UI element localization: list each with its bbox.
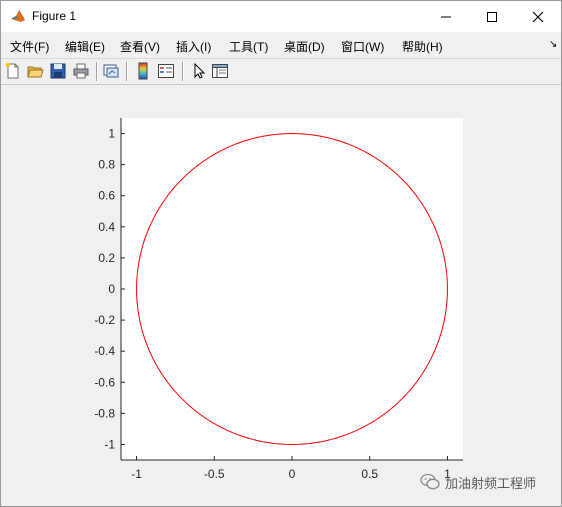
y-tick-label: 0.8 <box>98 158 115 172</box>
colorbar-icon[interactable] <box>134 62 152 80</box>
close-icon <box>532 11 544 22</box>
menu-bar: 文件(F) 编辑(E) 查看(V) 插入(I) 工具(T) 桌面(D) 窗口(W… <box>1 32 561 57</box>
menu-edit[interactable]: 编辑(E) <box>65 38 105 55</box>
menu-insert[interactable]: 插入(I) <box>176 38 211 55</box>
figure-toolbar <box>1 58 561 85</box>
x-tick-label: -1 <box>131 467 142 481</box>
open-file-icon[interactable] <box>26 62 44 80</box>
y-tick-label: 0.6 <box>98 189 115 203</box>
menu-view[interactable]: 查看(V) <box>120 38 160 55</box>
figure-canvas[interactable]: 1 0.8 0.6 0.4 0.2 0 -0.2 -0.4 -0.6 -0.8 -1 -1 -0.5 0 0… <box>1 85 561 506</box>
window-title: Figure 1 <box>32 9 77 23</box>
y-tick-label: 0.2 <box>98 251 115 265</box>
toolbar-separator <box>126 62 128 81</box>
watermark: 加油射频工程师 <box>420 472 536 492</box>
minimize-icon <box>441 16 451 17</box>
wechat-logo-icon <box>420 473 440 490</box>
x-tick-label: -0.5 <box>204 467 225 481</box>
property-editor-icon[interactable] <box>211 62 229 80</box>
menu-help[interactable]: 帮助(H) <box>402 38 443 55</box>
y-tick-label: -0.4 <box>94 344 115 358</box>
menu-tools[interactable]: 工具(T) <box>229 38 268 55</box>
minimize-button[interactable] <box>423 1 469 32</box>
watermark-text: 加油射频工程师 <box>445 476 537 492</box>
axes-background <box>121 118 463 460</box>
y-tick-label: 0.4 <box>98 220 115 234</box>
new-figure-icon[interactable] <box>4 62 22 80</box>
axes-plot[interactable]: 1 0.8 0.6 0.4 0.2 0 -0.2 -0.4 -0.6 -0.8 -1 -1 -0.5 0 0… <box>1 85 561 506</box>
print-icon[interactable] <box>72 62 90 80</box>
pointer-icon[interactable] <box>190 62 208 80</box>
menu-window[interactable]: 窗口(W) <box>341 38 384 55</box>
y-tick-label: 1 <box>108 127 115 141</box>
menu-overflow-arrow-icon[interactable]: ↘ <box>549 39 557 50</box>
link-plot-icon[interactable] <box>102 62 120 80</box>
y-tick-label: -0.6 <box>94 375 115 389</box>
y-tick-label: -0.8 <box>94 406 115 420</box>
maximize-button[interactable] <box>469 1 515 32</box>
x-tick-label: 0.5 <box>361 467 378 481</box>
legend-icon[interactable] <box>157 62 175 80</box>
save-icon[interactable] <box>49 62 67 80</box>
figure-window: Figure 1 文件(F) 编辑(E) 查看(V) 插入(I) 工具(T) 桌… <box>0 0 562 507</box>
y-tick-label: 0 <box>108 282 115 296</box>
toolbar-separator <box>96 62 98 81</box>
x-tick-label: 0 <box>289 467 296 481</box>
y-tick-label: -0.2 <box>94 313 115 327</box>
toolbar-separator <box>182 62 184 81</box>
menu-desktop[interactable]: 桌面(D) <box>284 38 325 55</box>
matlab-logo-icon <box>10 8 26 24</box>
menu-file[interactable]: 文件(F) <box>10 38 49 55</box>
y-tick-label: -1 <box>104 437 115 451</box>
maximize-icon <box>487 11 497 22</box>
title-bar[interactable]: Figure 1 <box>1 1 561 32</box>
close-button[interactable] <box>515 1 561 32</box>
